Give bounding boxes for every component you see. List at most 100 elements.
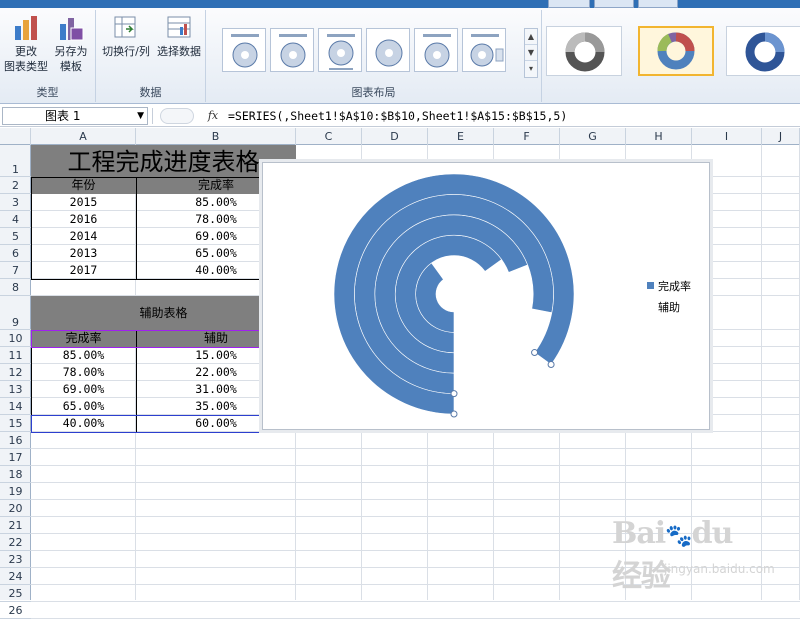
layout-4-icon (375, 39, 403, 67)
formula-bar-resize-handle[interactable] (160, 108, 194, 124)
row-header-8[interactable]: 8 (0, 279, 31, 296)
select-data-button[interactable]: 选择数据 (154, 14, 204, 59)
tab-format[interactable] (638, 0, 678, 8)
name-box[interactable]: 图表 1 ▼ (2, 107, 148, 125)
row-header-2[interactable]: 2 (0, 177, 31, 194)
select-data-icon (167, 16, 191, 38)
legend-entry-series2[interactable]: 辅助 (658, 299, 680, 315)
grid-row-line (31, 499, 800, 500)
grid-row-line (31, 601, 800, 602)
legend-label-series1: 完成率 (658, 280, 691, 293)
table-border-col-a (31, 177, 137, 280)
sheet-title-cell[interactable]: 工程完成进度表格 (31, 145, 296, 177)
chart-layout-6[interactable] (462, 28, 506, 72)
row-header-4[interactable]: 4 (0, 211, 31, 228)
column-header-c[interactable]: C (296, 128, 362, 145)
row-header-25[interactable]: 25 (0, 585, 31, 602)
name-box-dropdown-icon[interactable]: ▼ (137, 108, 144, 124)
row-header-26[interactable]: 26 (0, 602, 31, 619)
gallery-up-icon[interactable]: ▲ (525, 29, 537, 45)
insert-function-icon[interactable]: fx (204, 107, 222, 125)
chart-layout-5[interactable] (414, 28, 458, 72)
row-header-6[interactable]: 6 (0, 245, 31, 262)
legend-entry-series1[interactable]: 完成率 (647, 278, 691, 294)
formula-bar: 图表 1 ▼ fx =SERIES(,Sheet1!$A$10:$B$10,Sh… (0, 105, 800, 127)
column-header-f[interactable]: F (494, 128, 560, 145)
row-header-20[interactable]: 20 (0, 500, 31, 517)
column-header-j[interactable]: J (762, 128, 800, 145)
chart-style-2-selected[interactable] (638, 26, 714, 76)
row-header-24[interactable]: 24 (0, 568, 31, 585)
change-chart-type-button[interactable]: 更改 图表类型 (4, 14, 48, 74)
switch-row-col-label: 切换行/列 (102, 45, 150, 58)
layout-3-icon (327, 34, 355, 70)
layout-gallery-scroll[interactable]: ▲ ▼ ▾ (524, 28, 538, 78)
row-header-17[interactable]: 17 (0, 449, 31, 466)
chart-layout-2[interactable] (270, 28, 314, 72)
save-as-template-button[interactable]: 另存为 模板 (50, 14, 92, 74)
baidu-watermark: Bai🐾du 经验 jingyan.baidu.com (612, 516, 775, 594)
style-3-icon (745, 32, 785, 72)
group-data-label: 数据 (139, 86, 162, 99)
gallery-down-icon[interactable]: ▼ (525, 45, 537, 61)
grid-row-line (31, 448, 800, 449)
row-header-9[interactable]: 9 (0, 296, 31, 330)
column-header-d[interactable]: D (362, 128, 428, 145)
row-header-19[interactable]: 19 (0, 483, 31, 500)
selection-handle[interactable] (547, 361, 555, 369)
switch-row-col-button[interactable]: 切换行/列 (100, 14, 152, 59)
formula-input[interactable]: =SERIES(,Sheet1!$A$10:$B$10,Sheet1!$A$15… (228, 107, 798, 125)
row-header-10[interactable]: 10 (0, 330, 31, 347)
gallery-more-icon[interactable]: ▾ (525, 61, 537, 77)
row-header-1[interactable]: 1 (0, 145, 31, 177)
chart-style-1[interactable] (546, 26, 622, 76)
row-header-13[interactable]: 13 (0, 381, 31, 398)
select-data-label: 选择数据 (157, 45, 201, 58)
chart-layout-3[interactable] (318, 28, 362, 72)
group-type-label: 类型 (36, 86, 59, 99)
grid-row-line (31, 465, 800, 466)
selection-handle[interactable] (450, 390, 458, 398)
column-header-a[interactable]: A (31, 128, 136, 145)
column-header-g[interactable]: G (560, 128, 626, 145)
row-header-7[interactable]: 7 (0, 262, 31, 279)
group-data: 切换行/列 选择数据 数据 (96, 10, 206, 102)
row-header-5[interactable]: 5 (0, 228, 31, 245)
select-all-corner[interactable] (0, 128, 31, 145)
selection-handle[interactable] (531, 349, 539, 357)
chart-plot-area[interactable] (263, 163, 711, 431)
style-2-icon (657, 32, 695, 70)
selection-handle[interactable] (450, 410, 458, 418)
chart-layout-1[interactable] (222, 28, 266, 72)
row-header-18[interactable]: 18 (0, 466, 31, 483)
group-type: 更改 图表类型 另存为 模板 类型 (0, 10, 96, 102)
tab-layout[interactable] (594, 0, 634, 8)
row-header-12[interactable]: 12 (0, 364, 31, 381)
row-header-22[interactable]: 22 (0, 534, 31, 551)
row-header-23[interactable]: 23 (0, 551, 31, 568)
column-header-i[interactable]: I (692, 128, 762, 145)
row-header-16[interactable]: 16 (0, 432, 31, 449)
column-header-h[interactable]: H (626, 128, 692, 145)
chart-type-icon (15, 16, 37, 40)
layout-6-icon (470, 34, 504, 67)
layout-5-icon (423, 34, 451, 68)
row-header-14[interactable]: 14 (0, 398, 31, 415)
chart-style-3[interactable] (726, 26, 800, 76)
layout-2-icon (279, 34, 307, 68)
tab-design[interactable] (548, 0, 590, 8)
doughnut-chart[interactable]: 完成率 辅助 (262, 162, 710, 430)
row-header-3[interactable]: 3 (0, 194, 31, 211)
aux-table-title-cell[interactable]: 辅助表格 (31, 296, 296, 330)
legend-swatch-series1 (647, 282, 654, 289)
series-name-highlight (31, 330, 297, 348)
column-header-b[interactable]: B (136, 128, 296, 145)
change-chart-type-label-2: 图表类型 (4, 60, 48, 73)
row-header-15[interactable]: 15 (0, 415, 31, 432)
row-header-11[interactable]: 11 (0, 347, 31, 364)
row-header-21[interactable]: 21 (0, 517, 31, 534)
chart-layout-4[interactable] (366, 28, 410, 72)
change-chart-type-label-1: 更改 (15, 45, 37, 58)
column-header-e[interactable]: E (428, 128, 494, 145)
group-chart-layout: ▲ ▼ ▾ 图表布局 (206, 10, 542, 102)
